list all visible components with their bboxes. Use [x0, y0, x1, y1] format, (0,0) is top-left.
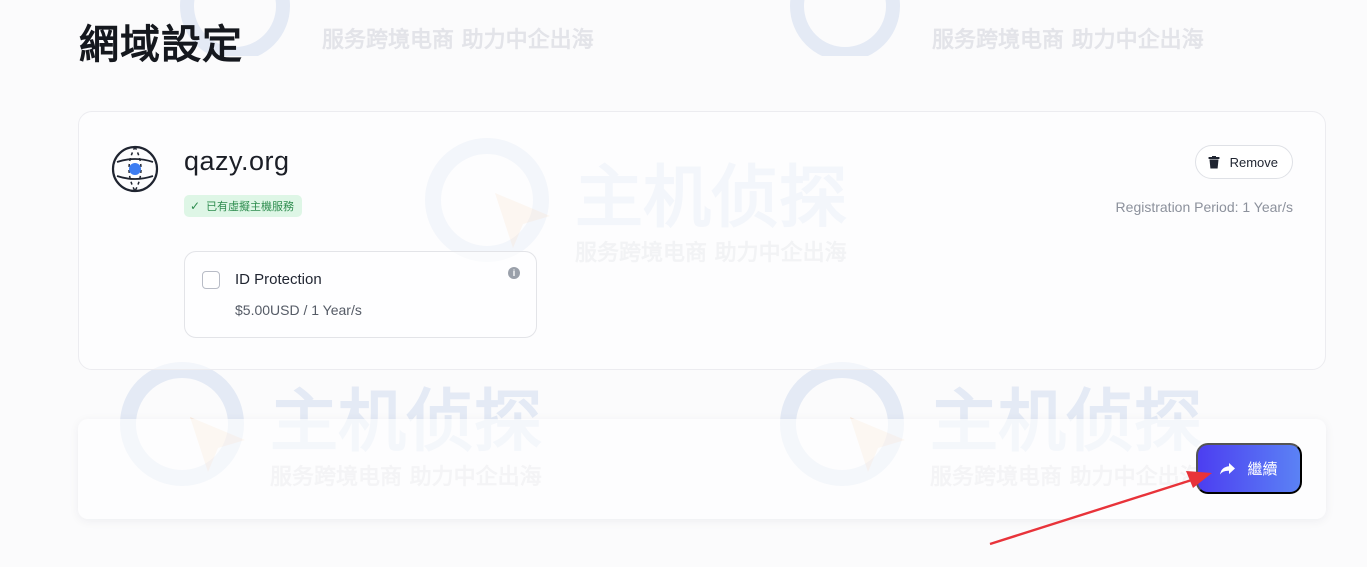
continue-button-label: 繼續 — [1247, 460, 1278, 478]
action-bar: 繼續 — [78, 419, 1326, 519]
remove-domain-button[interactable]: Remove — [1194, 145, 1293, 179]
continue-button[interactable]: 繼續 — [1196, 443, 1302, 494]
addon-price: $5.00USD / 1 Year/s — [235, 302, 362, 318]
trash-icon — [1208, 155, 1220, 168]
domain-name: qazy.org — [184, 146, 290, 176]
page-title: 網域設定 — [79, 22, 243, 68]
watermark-tagline: 服务跨境电商 助力中企出海 — [322, 28, 594, 53]
domain-card: qazy.org ✓ 已有虛擬主機服務 Remove Registration … — [78, 111, 1326, 370]
info-icon[interactable]: i — [508, 267, 520, 279]
domain-settings-page: 服务跨境电商 助力中企出海 服务跨境电商 助力中企出海 主机侦探 服务跨境电商 … — [0, 0, 1367, 567]
hosting-status-badge: ✓ 已有虛擬主機服務 — [184, 195, 303, 217]
watermark-tagline: 服务跨境电商 助力中企出海 — [932, 28, 1204, 53]
registration-period: Registration Period: 1 Year/s — [1115, 199, 1293, 215]
watermark-top-right: 服务跨境电商 助力中企出海 — [770, 0, 1250, 56]
share-arrow-icon — [1220, 462, 1236, 474]
id-protection-addon[interactable]: ID Protection $5.00USD / 1 Year/s i — [184, 251, 537, 338]
addon-name: ID Protection — [235, 271, 322, 288]
globe-icon — [111, 145, 159, 193]
remove-button-label: Remove — [1229, 154, 1278, 170]
check-icon: ✓ — [190, 199, 201, 213]
id-protection-checkbox[interactable] — [202, 271, 220, 289]
watermark-logo-icon — [790, 0, 900, 56]
hosting-badge-label: 已有虛擬主機服務 — [206, 200, 295, 213]
